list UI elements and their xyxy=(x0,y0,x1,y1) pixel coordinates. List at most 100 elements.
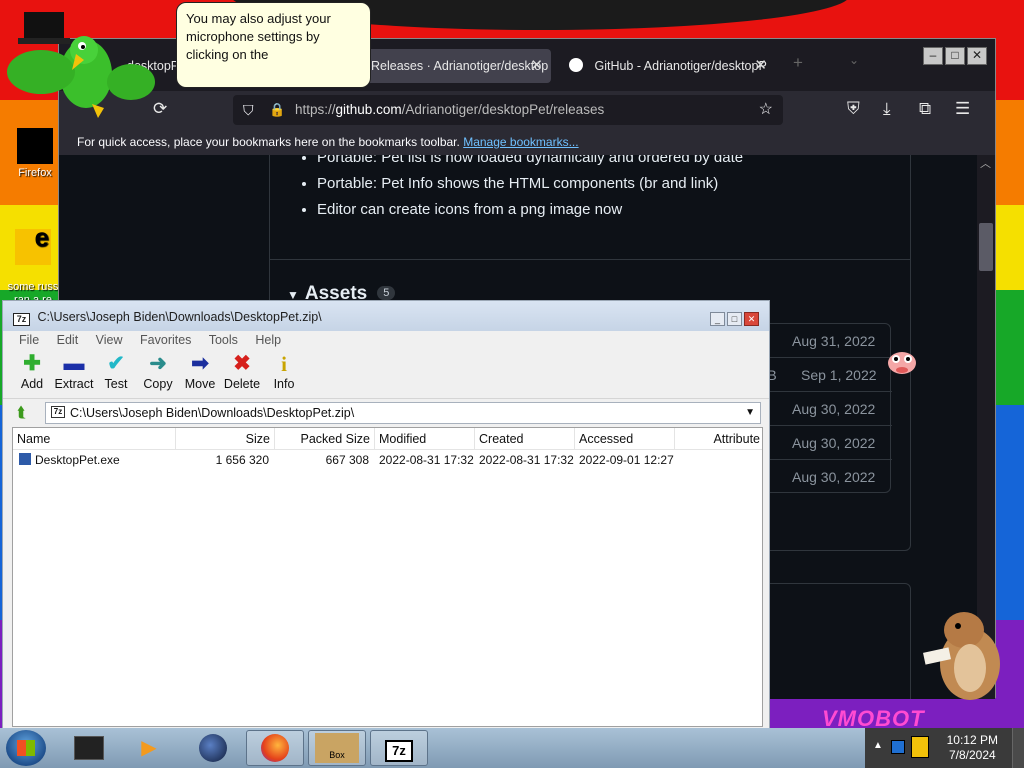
folder-up-icon[interactable]: ⮬ xyxy=(17,404,26,421)
firefox-icon[interactable] xyxy=(246,730,304,766)
release-note: Portable: Pet Info shows the HTML compon… xyxy=(317,175,743,192)
media-player-icon[interactable]: ▶ xyxy=(120,730,178,766)
pocket-icon[interactable]: ⛨ xyxy=(847,99,860,119)
file-created: 2022-08-31 17:32 xyxy=(479,453,574,467)
tab-label: GitHub - Adrianotiger/desktopP xyxy=(594,59,767,73)
tab-label: Releases · Adrianotiger/desktop xyxy=(371,59,549,73)
table-row[interactable]: DesktopPet.exe 1 656 320 667 308 2022-08… xyxy=(13,450,762,470)
globe-icon[interactable] xyxy=(184,730,242,766)
shield-icon[interactable]: ⛉ xyxy=(243,95,254,125)
menu-bar: File Edit View Favorites Tools Help xyxy=(3,331,769,349)
windows-logo-icon xyxy=(17,740,35,756)
column-header-attributes[interactable]: Attribute xyxy=(675,428,764,450)
column-header-packed-size[interactable]: Packed Size xyxy=(275,428,375,450)
window-controls: _ □ ✕ xyxy=(708,311,759,326)
column-header-row: Name Size Packed Size Modified Created A… xyxy=(13,428,762,450)
clock[interactable]: 10:12 PM 7/8/2024 xyxy=(947,733,998,763)
asset-date: Aug 30, 2022 xyxy=(792,401,876,417)
window-controls: – □ ✕ xyxy=(921,47,987,65)
path-input[interactable]: 7z C:\Users\Joseph Biden\Downloads\Deskt… xyxy=(45,402,761,424)
show-hidden-icons[interactable]: ▲ xyxy=(873,740,883,751)
show-desktop-button[interactable] xyxy=(1012,728,1024,768)
hamster-pet-icon[interactable] xyxy=(918,604,1008,704)
exe-file-icon xyxy=(19,453,31,465)
info-button[interactable]: i Info xyxy=(255,351,313,391)
menu-icon[interactable]: ☰ xyxy=(955,99,970,119)
menu-edit[interactable]: Edit xyxy=(57,333,79,347)
box-label: Box xyxy=(315,733,359,763)
minimize-button[interactable]: _ xyxy=(710,312,725,326)
asset-date: Aug 31, 2022 xyxy=(792,333,876,349)
asset-date: Sep 1, 2022 xyxy=(801,367,877,383)
release-note: Editor can create icons from a png image… xyxy=(317,201,743,218)
column-header-size[interactable]: Size xyxy=(176,428,275,450)
button-label: Test xyxy=(104,377,128,391)
tab-github-repo[interactable]: GitHub - Adrianotiger/desktopP ✕ xyxy=(557,49,775,83)
url-prefix: https:// xyxy=(295,102,336,117)
system-tray: ▲ 10:12 PM 7/8/2024 xyxy=(865,728,1024,768)
file-size: 1 656 320 xyxy=(215,453,269,467)
menu-favorites[interactable]: Favorites xyxy=(140,333,191,347)
maximize-button[interactable]: □ xyxy=(945,47,965,65)
dropdown-arrow-icon[interactable]: ▼ xyxy=(745,403,755,423)
menu-help[interactable]: Help xyxy=(255,333,281,347)
close-button[interactable]: ✕ xyxy=(967,47,987,65)
menu-tools[interactable]: Tools xyxy=(209,333,238,347)
desktop-icon-document[interactable]: e some russ ran a re xyxy=(2,216,64,307)
column-header-accessed[interactable]: Accessed xyxy=(575,428,675,450)
chevron-down-icon[interactable]: ⌄ xyxy=(849,53,859,67)
menu-view[interactable]: View xyxy=(96,333,123,347)
file-packed-size: 667 308 xyxy=(325,453,369,467)
extensions-icon[interactable]: ⧉ xyxy=(919,99,931,119)
divider xyxy=(269,259,911,260)
archive-icon: 7z xyxy=(51,406,65,418)
release-note: Portable: Pet list is now loaded dynamic… xyxy=(317,155,743,166)
file-list: Name Size Packed Size Modified Created A… xyxy=(12,427,763,727)
github-icon xyxy=(569,58,583,72)
title-bar[interactable]: 7z C:\Users\Joseph Biden\Downloads\Deskt… xyxy=(3,301,769,331)
7zip-icon[interactable]: 7z xyxy=(370,730,428,766)
document-shortcut-icon: e xyxy=(15,224,51,265)
url-host: github.com xyxy=(335,102,402,117)
terminal-icon[interactable] xyxy=(60,730,118,766)
column-header-name[interactable]: Name xyxy=(13,428,176,450)
start-button[interactable] xyxy=(6,730,46,766)
download-icon[interactable]: ⤓ xyxy=(883,99,891,119)
pink-creature-pet-icon[interactable] xyxy=(884,346,920,376)
file-name: DesktopPet.exe xyxy=(35,453,120,467)
asset-date: Aug 30, 2022 xyxy=(792,469,876,485)
balloon-text: You may also adjust your microphone sett… xyxy=(186,11,331,62)
window-title: C:\Users\Joseph Biden\Downloads\DesktopP… xyxy=(37,310,322,324)
bookmark-star-icon[interactable]: ☆ xyxy=(759,95,773,125)
7zip-label: 7z xyxy=(385,740,413,762)
file-name-cell: DesktopPet.exe xyxy=(19,450,120,470)
box-icon[interactable]: Box xyxy=(308,730,366,766)
button-label: Add xyxy=(20,377,44,391)
clock-time: 10:12 PM xyxy=(946,733,998,747)
new-tab-icon[interactable]: + xyxy=(793,53,803,73)
column-header-created[interactable]: Created xyxy=(475,428,575,450)
scroll-up-icon[interactable]: ︿ xyxy=(980,155,991,171)
toolbar: ✚ Add ▬ Extract ✔ Test ➜ Copy ➡ Move ✖ D… xyxy=(3,349,769,399)
minimize-button[interactable]: – xyxy=(923,47,943,65)
close-tab-icon[interactable]: ✕ xyxy=(530,49,543,83)
column-header-modified[interactable]: Modified xyxy=(375,428,475,450)
maximize-button[interactable]: □ xyxy=(727,312,742,326)
menu-file[interactable]: File xyxy=(19,333,39,347)
scrollbar-thumb[interactable] xyxy=(979,223,993,271)
manage-bookmarks-link[interactable]: Manage bookmarks... xyxy=(463,135,578,149)
close-tab-icon[interactable]: ✕ xyxy=(754,49,767,83)
url-bar[interactable]: ⛉ 🔒 https://github.com/Adrianotiger/desk… xyxy=(233,95,783,125)
close-button[interactable]: ✕ xyxy=(744,312,759,326)
info-icon: i xyxy=(281,352,287,376)
lock-icon[interactable]: 🔒 xyxy=(269,95,285,125)
parrot-assistant-icon[interactable] xyxy=(6,12,156,120)
7zip-window: 7z C:\Users\Joseph Biden\Downloads\Deskt… xyxy=(2,300,770,730)
tab-releases[interactable]: Releases · Adrianotiger/desktop ✕ xyxy=(359,49,551,83)
bookmark-hint: For quick access, place your bookmarks h… xyxy=(77,135,460,149)
button-label: Move xyxy=(184,377,216,391)
file-modified: 2022-08-31 17:32 xyxy=(379,453,474,467)
network-icon[interactable] xyxy=(891,740,905,754)
desktop-icon-firefox[interactable]: Firefox xyxy=(4,128,66,179)
volume-icon[interactable] xyxy=(911,736,929,758)
